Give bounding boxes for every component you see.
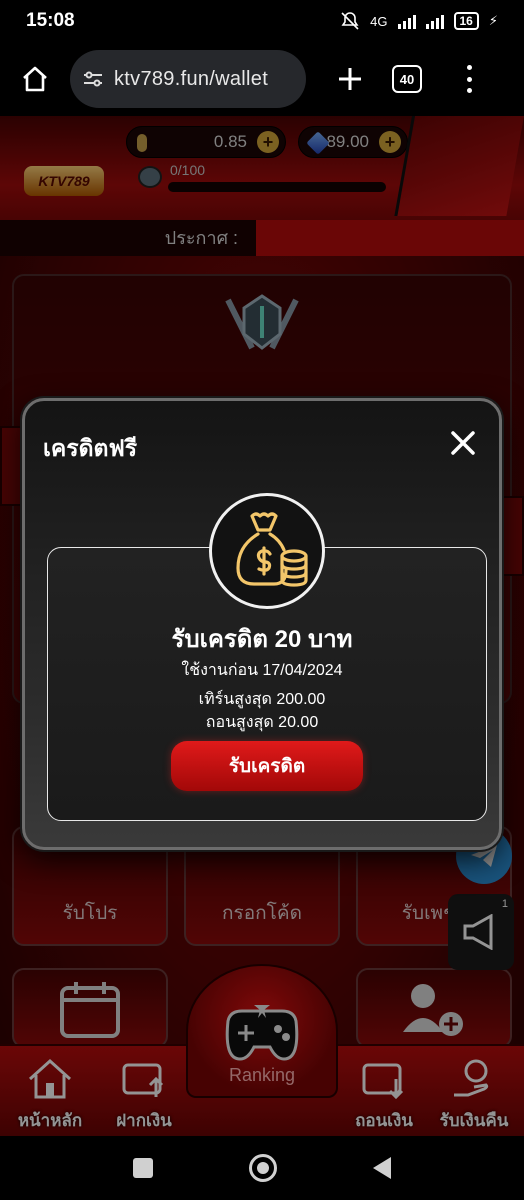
network-label: 4G xyxy=(370,13,388,29)
system-home-button[interactable] xyxy=(249,1154,277,1182)
charging-icon: ⚡ xyxy=(488,13,498,28)
system-navigation-bar xyxy=(0,1136,524,1200)
signal-icon xyxy=(397,13,416,29)
browser-menu-button[interactable] xyxy=(464,65,474,93)
browser-toolbar: ktv789.fun/wallet 40 xyxy=(0,42,524,116)
status-bar: 15:08 4G 16 ⚡ xyxy=(0,0,524,42)
credit-amount-title: รับเครดิต 20 บาท xyxy=(171,626,353,653)
tab-switcher-button[interactable]: 40 xyxy=(392,65,422,93)
modal-title: เครดิตฟรี xyxy=(43,435,138,461)
back-button[interactable] xyxy=(373,1157,391,1179)
free-credit-modal: เครดิตฟรี รับเครดิต 20 บาท ใช้งานก่อน 17… xyxy=(22,398,502,850)
site-settings-icon[interactable] xyxy=(82,68,104,90)
credit-max-turnover: เทิร์นสูงสุด 200.00 xyxy=(198,691,326,708)
close-icon[interactable] xyxy=(449,429,477,457)
credit-expiry: ใช้งานก่อน 17/04/2024 xyxy=(181,662,343,679)
credit-max-withdraw: ถอนสูงสุด 20.00 xyxy=(205,714,319,731)
plus-icon xyxy=(339,68,361,90)
mute-icon xyxy=(341,12,359,30)
money-bag-icon xyxy=(236,512,308,587)
home-icon xyxy=(23,66,47,92)
url-text: ktv789.fun/wallet xyxy=(114,67,269,90)
claim-credit-button[interactable]: รับเครดิต xyxy=(171,741,363,791)
browser-home-button[interactable] xyxy=(14,58,56,100)
signal-icon-2 xyxy=(425,13,444,29)
recent-apps-button[interactable] xyxy=(133,1158,153,1178)
battery-icon: 16 xyxy=(453,12,479,30)
address-bar[interactable]: ktv789.fun/wallet xyxy=(70,50,306,108)
new-tab-button[interactable] xyxy=(330,59,370,99)
money-bag-badge xyxy=(209,493,325,609)
status-time: 15:08 xyxy=(26,10,75,31)
